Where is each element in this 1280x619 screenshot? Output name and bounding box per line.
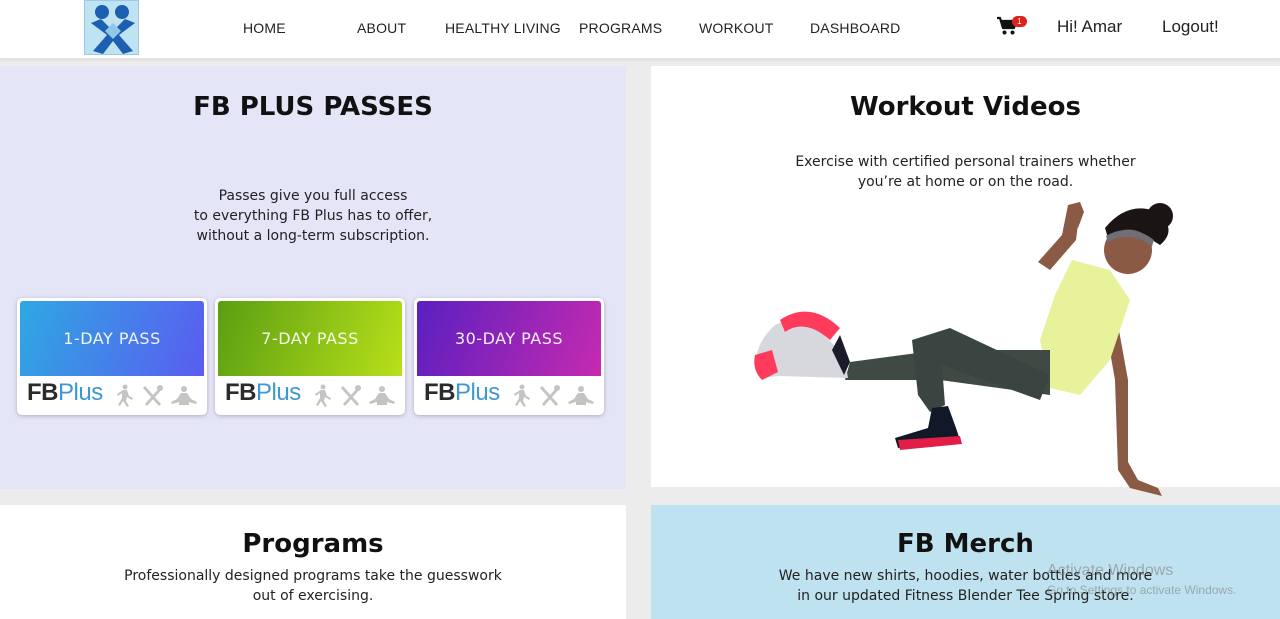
fb-plus-logo: FBPlus — [424, 379, 500, 406]
passes-description-line-2: to everything FB Plus has to offer, — [193, 208, 433, 224]
workout-videos-title: Workout Videos — [849, 92, 1082, 122]
pass-card-banner: 30-DAY PASS — [417, 301, 601, 376]
programs-description-line-2: out of exercising. — [252, 588, 374, 604]
workout-videos-description-line-1: Exercise with certified personal trainer… — [795, 154, 1136, 170]
logo-icon[interactable] — [84, 0, 139, 55]
passes-description-line-1: Passes give you full access — [218, 188, 408, 204]
logout-link[interactable]: Logout! — [1162, 17, 1219, 37]
passes-description-line-3: without a long-term subscription. — [196, 228, 430, 244]
pass-brand-row: FBPlus — [414, 378, 604, 415]
programs-panel[interactable]: Programs Professionally designed program… — [0, 505, 626, 619]
nav-healthy-living[interactable]: HEALTHY LIVING — [445, 20, 561, 36]
trainer-image — [754, 202, 1173, 496]
user-greeting: Hi! Amar — [1057, 17, 1123, 36]
programs-title: Programs — [242, 529, 384, 559]
pass-card-30-day[interactable]: 30-DAY PASS FBPlus — [414, 298, 604, 415]
pass-label: 1-DAY PASS — [63, 329, 161, 348]
cart-count-badge: 1 — [1012, 16, 1027, 27]
nav-workout[interactable]: WORKOUT — [699, 20, 774, 36]
nav-about[interactable]: ABOUT — [357, 20, 406, 36]
activity-icons — [315, 384, 395, 407]
pass-card-1-day[interactable]: 1-DAY PASS FBPlus — [17, 298, 207, 415]
programs-description-line-1: Professionally designed programs take th… — [124, 568, 502, 584]
passes-panel: FB PLUS PASSES Passes give you full acce… — [0, 66, 626, 489]
activity-icons — [117, 384, 197, 407]
activity-icons — [514, 384, 594, 407]
pass-brand-row: FBPlus — [17, 378, 207, 415]
pass-label: 30-DAY PASS — [454, 329, 564, 348]
activate-windows-subtitle: Go to Settings to activate Windows. — [1047, 583, 1237, 597]
fb-plus-logo: FBPlus — [27, 379, 103, 406]
pass-brand-row: FBPlus — [215, 378, 405, 415]
pass-label: 7-DAY PASS — [261, 329, 359, 348]
merch-title: FB Merch — [897, 529, 1034, 559]
pass-card-banner: 1-DAY PASS — [20, 301, 204, 376]
nav-programs[interactable]: PROGRAMS — [579, 20, 662, 36]
fb-plus-logo: FBPlus — [225, 379, 301, 406]
navbar: HOME ABOUT HEALTHY LIVING PROGRAMS WORKO… — [0, 0, 1280, 59]
nav-dashboard[interactable]: DASHBOARD — [810, 20, 900, 36]
merch-panel[interactable]: FB Merch We have new shirts, hoodies, wa… — [651, 505, 1280, 619]
activate-windows-watermark: Activate Windows — [1047, 562, 1174, 579]
passes-title: FB PLUS PASSES — [193, 92, 433, 122]
pass-card-banner: 7-DAY PASS — [218, 301, 402, 376]
workout-videos-description-line-2: you’re at home or on the road. — [857, 174, 1074, 190]
nav-home[interactable]: HOME — [243, 20, 286, 36]
pass-card-7-day[interactable]: 7-DAY PASS FBPlus — [215, 298, 405, 415]
